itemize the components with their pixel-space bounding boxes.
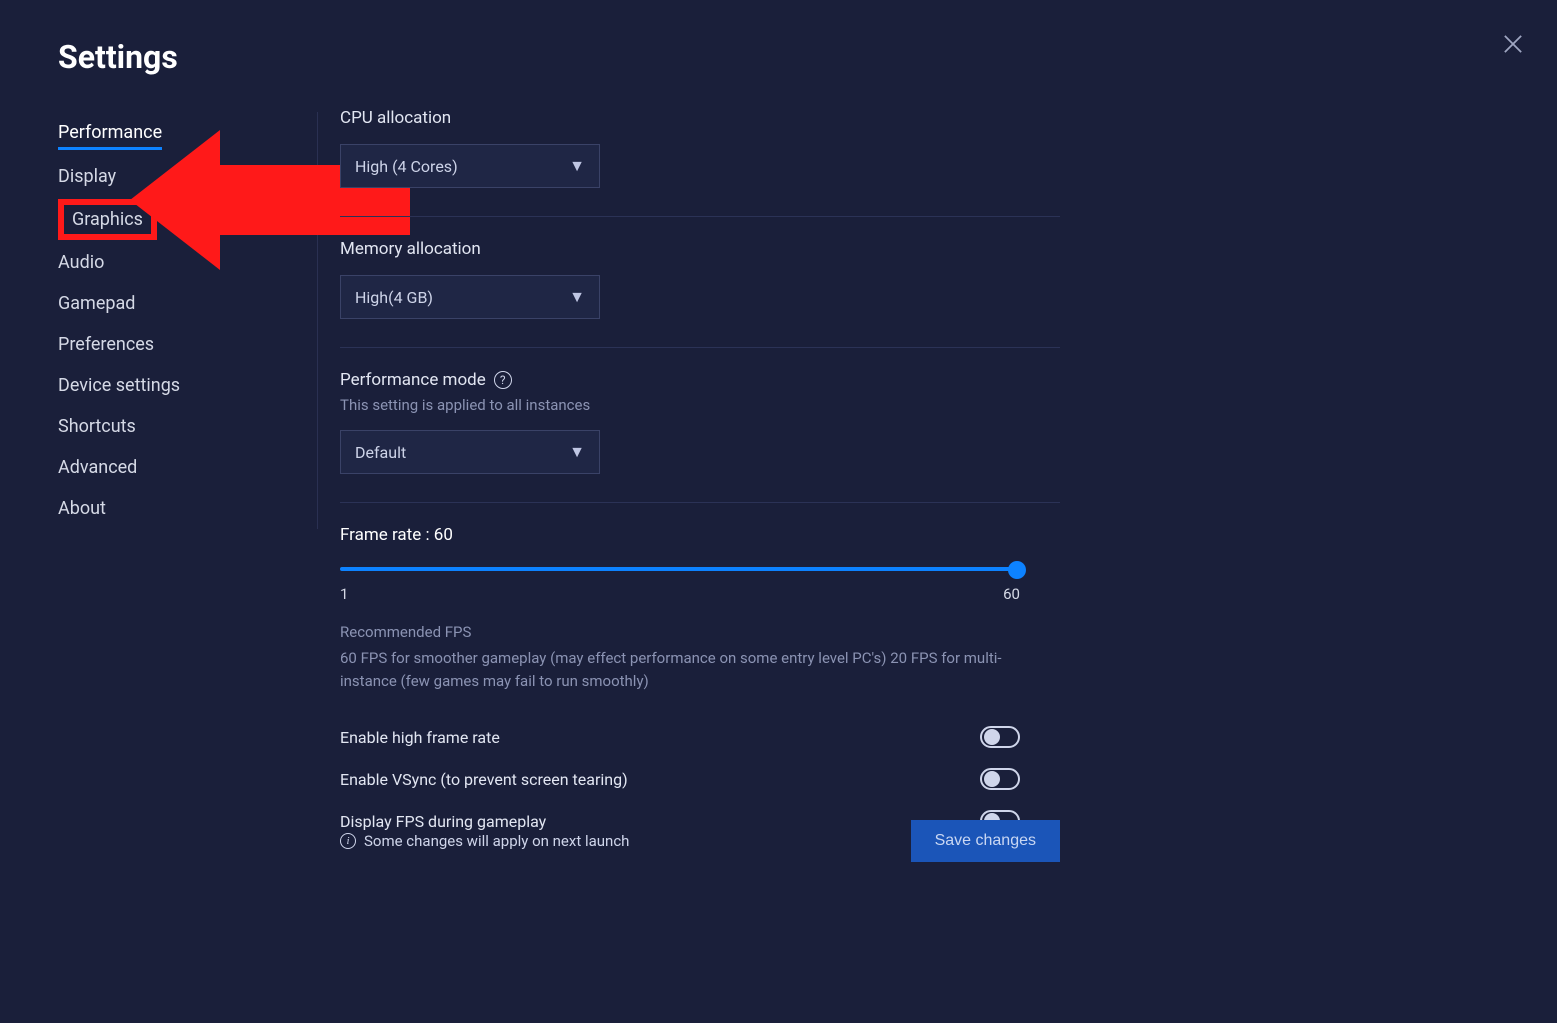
info-icon: i (340, 833, 356, 849)
sidebar-item-advanced[interactable]: Advanced (58, 447, 317, 488)
save-changes-button[interactable]: Save changes (911, 820, 1060, 862)
divider (340, 216, 1060, 217)
sidebar-item-preferences[interactable]: Preferences (58, 324, 317, 365)
sidebar-item-device-settings[interactable]: Device settings (58, 365, 317, 406)
close-icon (1499, 30, 1527, 58)
footer-note: i Some changes will apply on next launch (340, 832, 629, 850)
frame-rate-min: 1 (340, 585, 348, 603)
performance-mode-sub: This setting is applied to all instances (340, 396, 1060, 414)
toggle-knob (984, 771, 1000, 787)
toggle-label-vsync: Enable VSync (to prevent screen tearing) (340, 770, 628, 789)
slider-range-labels: 1 60 (340, 585, 1020, 603)
memory-allocation-select[interactable]: High(4 GB) ▼ (340, 275, 600, 319)
toggle-knob (984, 729, 1000, 745)
memory-allocation-value: High(4 GB) (355, 288, 433, 307)
performance-mode-label: Performance mode ? (340, 370, 1060, 390)
performance-mode-select[interactable]: Default ▼ (340, 430, 600, 474)
performance-mode-value: Default (355, 443, 406, 462)
sidebar-item-display[interactable]: Display (58, 156, 317, 197)
sidebar-item-audio[interactable]: Audio (58, 242, 317, 283)
toggle-label-high-frame-rate: Enable high frame rate (340, 728, 500, 747)
caret-down-icon: ▼ (569, 156, 585, 176)
cpu-allocation-value: High (4 Cores) (355, 157, 458, 176)
divider (340, 502, 1060, 503)
sidebar-item-graphics[interactable]: Graphics (58, 199, 157, 240)
memory-allocation-label: Memory allocation (340, 239, 1060, 259)
sidebar-item-gamepad[interactable]: Gamepad (58, 283, 317, 324)
frame-rate-label: Frame rate : 60 (340, 525, 1060, 545)
toggle-vsync[interactable] (980, 768, 1020, 790)
caret-down-icon: ▼ (569, 287, 585, 307)
content-panel: CPU allocation High (4 Cores) ▼ Memory a… (340, 108, 1060, 870)
cpu-allocation-label: CPU allocation (340, 108, 1060, 128)
caret-down-icon: ▼ (569, 442, 585, 462)
recommended-fps-text: 60 FPS for smoother gameplay (may effect… (340, 647, 1030, 692)
sidebar-item-shortcuts[interactable]: Shortcuts (58, 406, 317, 447)
slider-thumb[interactable] (1008, 561, 1026, 579)
sidebar-item-performance[interactable]: Performance (58, 112, 162, 150)
divider (340, 347, 1060, 348)
frame-rate-slider[interactable] (340, 559, 1020, 579)
recommended-fps-title: Recommended FPS (340, 623, 1060, 641)
toggle-high-frame-rate[interactable] (980, 726, 1020, 748)
performance-mode-label-text: Performance mode (340, 370, 486, 390)
sidebar-item-about[interactable]: About (58, 488, 317, 529)
frame-rate-max: 60 (1003, 585, 1020, 603)
close-button[interactable] (1499, 30, 1527, 58)
help-icon[interactable]: ? (494, 371, 512, 389)
page-title: Settings (58, 38, 178, 76)
cpu-allocation-select[interactable]: High (4 Cores) ▼ (340, 144, 600, 188)
footer: i Some changes will apply on next launch… (340, 820, 1060, 862)
slider-track (340, 567, 1020, 571)
sidebar: Performance Display Graphics Audio Gamep… (58, 112, 318, 529)
footer-note-text: Some changes will apply on next launch (364, 832, 629, 850)
